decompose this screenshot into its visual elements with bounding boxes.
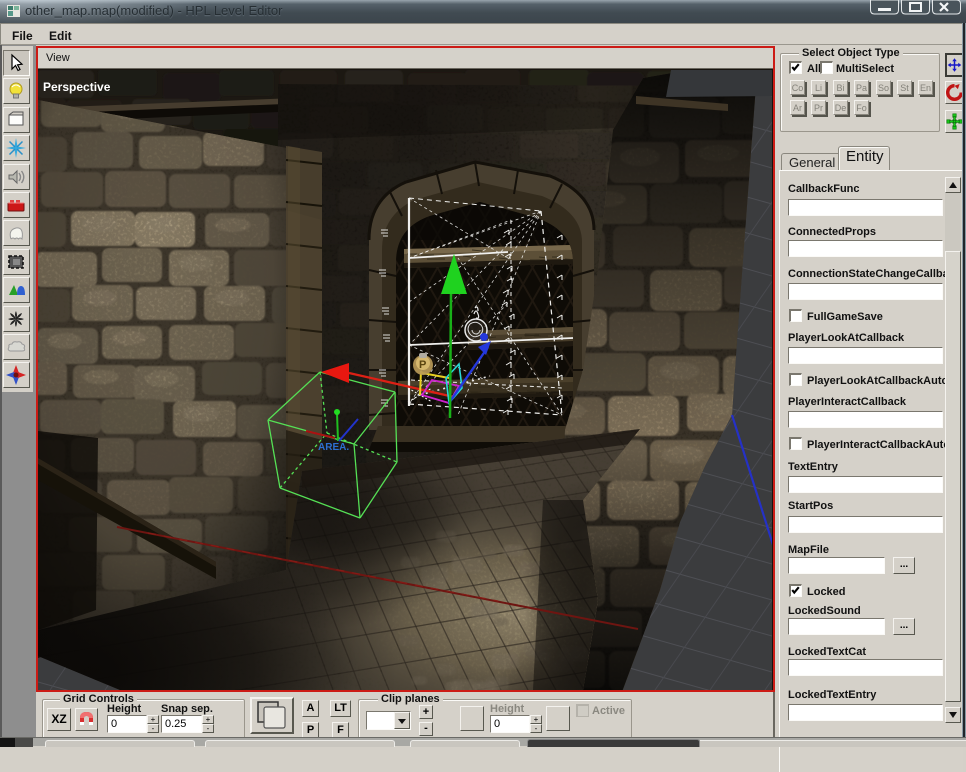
- svg-text:AREA.: AREA.: [318, 442, 349, 453]
- svg-text:Perspective: Perspective: [43, 80, 111, 94]
- svg-text:P: P: [419, 359, 426, 371]
